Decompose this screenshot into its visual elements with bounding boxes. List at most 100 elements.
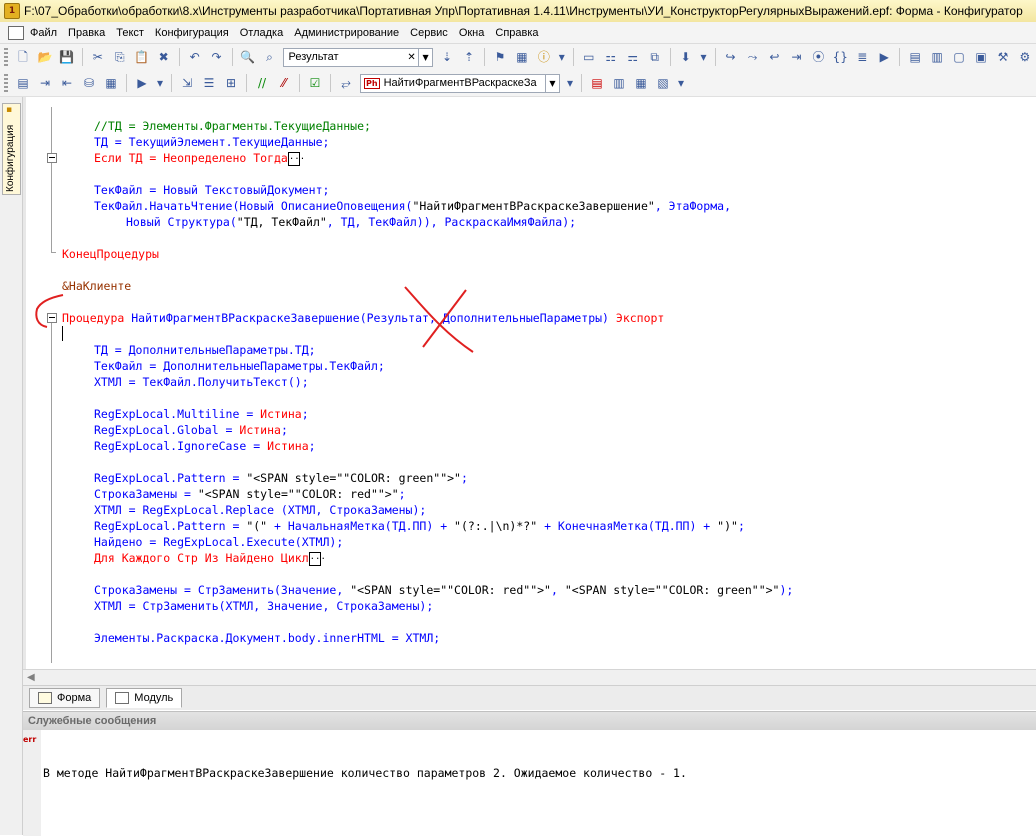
menu-configuration[interactable]: Конфигурация — [155, 27, 229, 39]
find-in-folder-icon[interactable]: 🔍 — [240, 49, 256, 65]
code-line: Для Каждого Стр Из Найдено Цикл... — [94, 551, 326, 566]
fold-toggle[interactable] — [47, 153, 57, 163]
code-line: ХТМЛ = RegExpLocal.Replace (ХТМЛ, Строка… — [94, 503, 427, 517]
tab-form[interactable]: Форма — [29, 688, 101, 708]
menu-service[interactable]: Сервис — [410, 27, 448, 39]
expand-all-icon[interactable]: ⊞ — [223, 75, 239, 91]
bookmark-icon[interactable]: ▶ — [134, 75, 150, 91]
module-icon[interactable]: ▤ — [907, 49, 923, 65]
procedure-combo[interactable]: Ph НайтиФрагментВРаскраскеЗа ▼ — [360, 73, 560, 93]
dropdown-arrow-icon[interactable]: ▾ — [558, 49, 566, 65]
config-tree-icon[interactable]: ⚏ — [603, 49, 619, 65]
title-bar: 1 F:\07_Обработки\обработки\8.x\Инструме… — [0, 0, 1036, 23]
tools-icon[interactable]: ⚒ — [995, 49, 1011, 65]
system-menu-icon[interactable] — [8, 25, 24, 40]
collapsed-block-button[interactable]: ... — [287, 151, 305, 166]
toolbar-grip[interactable] — [4, 74, 8, 92]
config-compare-icon[interactable]: ⚎ — [625, 49, 641, 65]
find-next-icon[interactable]: ⇣ — [439, 49, 455, 65]
template-dropdown-icon[interactable]: ▾ — [677, 75, 685, 91]
outdent-icon[interactable]: ⇤ — [59, 75, 75, 91]
scroll-left-icon[interactable]: ◀ — [27, 672, 35, 683]
code-editor[interactable]: //ТД = Элементы.Фрагменты.ТекущиеДанные;… — [23, 97, 1036, 669]
module-tab-icon — [115, 692, 130, 704]
search-icon[interactable]: ⌕ — [262, 49, 278, 65]
find-previous-icon[interactable]: ⇡ — [461, 49, 477, 65]
update-config-icon[interactable]: ⬇ — [678, 49, 694, 65]
messages-panel: Служебные сообщения err В методе НайтиФр… — [23, 711, 1036, 836]
menu-text[interactable]: Текст — [116, 27, 144, 39]
procedures-list-icon[interactable]: ☰ — [201, 75, 217, 91]
new-procedure-icon[interactable]: ▤ — [589, 75, 605, 91]
app-icon: 1 — [4, 3, 20, 19]
code-line: ТекФайл = Новый ТекстовыйДокумент; — [94, 183, 330, 197]
form-designer-icon[interactable]: ▦ — [103, 75, 119, 91]
goto-line-icon[interactable]: ⥂ — [338, 75, 354, 91]
breakpoint-icon[interactable]: ⦿ — [810, 49, 826, 65]
menu-administration[interactable]: Администрирование — [294, 27, 399, 39]
code-line: Процедура НайтиФрагментВРаскраскеЗаверше… — [62, 311, 665, 325]
db-icon[interactable]: ⛁ — [81, 75, 97, 91]
uncomment-icon[interactable]: ⁄⁄ — [276, 75, 292, 91]
code-line: RegExpLocal.IgnoreCase = Истина; — [94, 439, 316, 453]
syntax-check-icon[interactable]: ☑ — [307, 75, 323, 91]
continue-icon[interactable]: ▶ — [876, 49, 892, 65]
search-combo[interactable]: Результат ✕ ▼ — [283, 47, 434, 67]
module-structure-icon[interactable]: ▥ — [611, 75, 627, 91]
step-out-icon[interactable]: ↩ — [766, 49, 782, 65]
text-block-icon[interactable]: ▤ — [15, 75, 31, 91]
code-line: СтрокаЗамены = "<SPAN style=""COLOR: red… — [94, 487, 406, 501]
run-to-cursor-icon[interactable]: ⇥ — [788, 49, 804, 65]
message-row[interactable]: err В методе НайтиФрагментВРаскраскеЗаве… — [23, 733, 687, 780]
search-input[interactable]: Результат — [284, 51, 405, 63]
menu-windows[interactable]: Окна — [459, 27, 485, 39]
delete-icon[interactable]: ✖ — [156, 49, 172, 65]
menu-debug[interactable]: Отладка — [240, 27, 283, 39]
code-line: ТекФайл = ДополнительныеПараметры.ТекФай… — [94, 359, 385, 373]
save-icon[interactable]: 💾 — [59, 49, 75, 65]
undo-icon[interactable]: ↶ — [187, 49, 203, 65]
goto-definition-icon[interactable]: ⇲ — [179, 75, 195, 91]
menu-file[interactable]: Файл — [30, 27, 57, 39]
paste-icon[interactable]: 📋 — [134, 49, 150, 65]
window-icon[interactable]: ▢ — [951, 49, 967, 65]
evaluate-icon[interactable]: {} — [832, 49, 848, 65]
horizontal-scrollbar[interactable]: ◀ — [23, 669, 1036, 686]
update-dropdown-icon[interactable]: ▾ — [700, 49, 708, 65]
config-merge-icon[interactable]: ⧉ — [647, 49, 663, 65]
step-into-icon[interactable]: ↪ — [723, 49, 739, 65]
window-tile-icon[interactable]: ▭ — [581, 49, 597, 65]
chevron-down-icon[interactable]: ▼ — [545, 74, 559, 92]
cut-icon[interactable]: ✂ — [90, 49, 106, 65]
menu-edit[interactable]: Правка — [68, 27, 105, 39]
open-folder-icon[interactable]: 📂 — [37, 49, 53, 65]
info-icon[interactable]: ⓘ — [536, 49, 552, 65]
procedure-select[interactable]: НайтиФрагментВРаскраскеЗа — [383, 77, 545, 89]
redo-icon[interactable]: ↷ — [209, 49, 225, 65]
indent-icon[interactable]: ⇥ — [37, 75, 53, 91]
fold-toggle[interactable] — [47, 313, 57, 323]
template-icon[interactable]: ▧ — [655, 75, 671, 91]
bookmark-dropdown-icon[interactable]: ▾ — [156, 75, 164, 91]
tab-module[interactable]: Модуль — [106, 688, 183, 708]
code-line: RegExpLocal.Pattern = "(" + НачальнаяМет… — [94, 519, 745, 533]
stack-icon[interactable]: ≣ — [854, 49, 870, 65]
chevron-down-icon[interactable]: ▼ — [418, 48, 432, 66]
copy-icon[interactable]: ⎘ — [112, 49, 128, 65]
toolbar-grip[interactable] — [4, 48, 8, 66]
configuration-tab[interactable]: ▪ Конфигурация — [2, 103, 21, 195]
collapsed-block-button[interactable]: ... — [308, 551, 326, 566]
code-line: ТекФайл.НачатьЧтение(Новый ОписаниеОпове… — [94, 199, 731, 213]
options-icon[interactable]: ⚙ — [1017, 49, 1033, 65]
procedure-dropdown-icon[interactable]: ▾ — [566, 75, 574, 91]
clear-search-icon[interactable]: ✕ — [405, 49, 418, 66]
comment-icon[interactable]: // — [254, 75, 270, 91]
new-document-icon[interactable]: 🗋 — [15, 49, 31, 65]
syntax-assistant-icon[interactable]: ⚑ — [492, 49, 508, 65]
form-icon[interactable]: ▥ — [929, 49, 945, 65]
menu-help[interactable]: Справка — [495, 27, 538, 39]
window-list-icon[interactable]: ▣ — [973, 49, 989, 65]
query-builder-icon[interactable]: ▦ — [633, 75, 649, 91]
step-over-icon[interactable]: ⤳ — [745, 49, 761, 65]
properties-icon[interactable]: ▦ — [514, 49, 530, 65]
